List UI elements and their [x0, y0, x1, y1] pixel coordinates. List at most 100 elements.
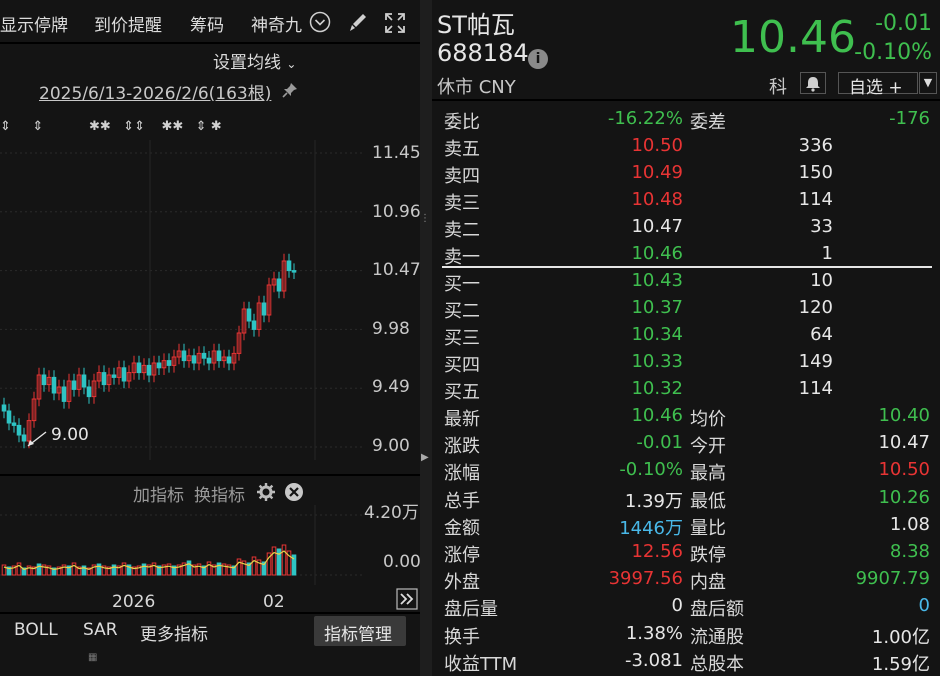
stat-value: -0.01: [636, 432, 683, 454]
candle-body[interactable]: [251, 320, 257, 330]
volume-bar: [236, 558, 242, 576]
candle-body[interactable]: [121, 367, 127, 382]
candle-body[interactable]: [206, 357, 212, 364]
switch-indicator-button[interactable]: 换指标: [194, 481, 245, 506]
volume-tick-max: 4.20万: [364, 503, 419, 523]
bell-icon: [806, 77, 820, 92]
event-markers-2[interactable]: ✱✱ ⇕⇕ ✱✱ ⇕ ✱: [89, 119, 222, 134]
orderbook-level-label: 买一: [444, 274, 480, 295]
weicha-label: 委差: [690, 112, 726, 133]
last-price: 10.46: [730, 12, 856, 63]
candle-body[interactable]: [276, 278, 282, 292]
orderbook-level-label: 卖二: [444, 220, 480, 241]
candle-body[interactable]: [1, 404, 7, 412]
stat-value: -0.10%: [619, 459, 683, 481]
gear-icon[interactable]: [256, 482, 276, 502]
candle-body[interactable]: [21, 434, 27, 442]
candle-body[interactable]: [86, 386, 92, 398]
stat-label: 最低: [690, 490, 726, 512]
watchlist-dropdown-icon[interactable]: ▼: [919, 72, 937, 94]
price-tick-label: 10.96: [372, 201, 421, 222]
orderbook-row[interactable]: 卖一 10.46 1: [432, 241, 940, 268]
orderbook-row[interactable]: 卖四 10.49 150: [432, 160, 940, 187]
candle-body[interactable]: [191, 355, 197, 364]
orderbook-row[interactable]: 卖三 10.48 114: [432, 187, 940, 214]
orderbook-row[interactable]: 卖二 10.47 33: [432, 214, 940, 241]
candle-body[interactable]: [101, 372, 107, 386]
candle-body[interactable]: [16, 424, 22, 436]
candle-body[interactable]: [291, 270, 297, 273]
candle-body[interactable]: [6, 410, 12, 424]
volume-bar: [271, 546, 277, 576]
stat-value: 1.00亿: [871, 626, 930, 648]
watchlist-button[interactable]: 自选 +: [838, 72, 918, 98]
toolbar-magic-nine[interactable]: 神奇九: [251, 11, 302, 36]
toolbar-show-suspended[interactable]: 显示停牌: [0, 11, 68, 36]
splitter-arrow-icon[interactable]: ▶: [421, 452, 429, 463]
chart-range-label[interactable]: 2025/6/13-2026/2/6(163根): [39, 79, 271, 104]
stats-row: 总手 1.39万 最低 10.26: [432, 485, 940, 512]
stat-value: 1.39万: [624, 490, 683, 512]
orderbook-row[interactable]: 买五 10.32 114: [432, 376, 940, 403]
volume-chart[interactable]: [0, 505, 420, 585]
event-markers[interactable]: ⇕ ⇕: [0, 119, 44, 134]
tab-boll[interactable]: BOLL: [14, 620, 58, 640]
watchlist-label: 自选 +: [849, 78, 903, 98]
stat-label: 收益TTM: [444, 653, 518, 675]
resize-handle[interactable]: ▦: [88, 652, 98, 663]
candle-body[interactable]: [61, 386, 67, 402]
expand-icon[interactable]: [383, 11, 407, 35]
brush-icon[interactable]: [346, 11, 368, 33]
tab-more-indicators[interactable]: 更多指标: [140, 620, 208, 645]
orderbook-row[interactable]: 买二 10.37 120: [432, 295, 940, 322]
orderbook-price: 10.34: [631, 324, 683, 345]
ma-setting-button[interactable]: 设置均线 ⌄: [213, 48, 296, 73]
candle-body[interactable]: [111, 374, 117, 378]
market-status: 休市 CNY: [437, 77, 516, 98]
candle-body[interactable]: [181, 350, 187, 362]
toolbar-chips[interactable]: 筹码: [190, 11, 224, 36]
candle-body[interactable]: [286, 260, 292, 272]
candle-body[interactable]: [51, 376, 57, 394]
orderbook-row[interactable]: 卖五 10.50 336: [432, 133, 940, 160]
stat-value: 0: [918, 595, 930, 617]
stats-row: 涨跌 -0.01 今开 10.47: [432, 430, 940, 457]
orderbook-price: 10.49: [631, 162, 683, 183]
info-icon[interactable]: i: [528, 49, 548, 69]
close-icon[interactable]: [284, 482, 304, 502]
orderbook-volume: 149: [798, 351, 833, 372]
candle-body[interactable]: [261, 302, 267, 316]
candle-body[interactable]: [146, 364, 152, 376]
indicator-manage-button[interactable]: 指标管理: [314, 616, 406, 646]
candle-body[interactable]: [156, 362, 162, 369]
candle-body[interactable]: [71, 380, 77, 390]
pin-icon[interactable]: [281, 81, 299, 99]
quote-panel: ST帕瓦 688184 i 休市 CNY 10.46 -0.01 -0.10% …: [432, 0, 940, 676]
orderbook-price: 10.43: [631, 270, 683, 291]
stat-value: 10.47: [878, 432, 930, 454]
toolbar-price-alert[interactable]: 到价提醒: [94, 11, 162, 36]
stat-value: -3.081: [624, 649, 683, 671]
panel-splitter[interactable]: [420, 0, 432, 676]
stat-label: 涨跌: [444, 436, 480, 458]
orderbook-volume: 64: [810, 324, 833, 345]
candle-body[interactable]: [81, 374, 87, 388]
candle-body[interactable]: [166, 360, 172, 366]
candle-body[interactable]: [226, 356, 232, 364]
candle-body[interactable]: [136, 362, 142, 374]
chevron-down-circle-icon[interactable]: [309, 11, 331, 33]
candle-body[interactable]: [216, 350, 222, 362]
candle-body[interactable]: [41, 374, 47, 386]
alert-bell-button[interactable]: [800, 72, 826, 94]
orderbook-level-label: 卖五: [444, 139, 480, 160]
orderbook-row[interactable]: 买三 10.34 64: [432, 322, 940, 349]
orderbook-price: 10.32: [631, 378, 683, 399]
tab-sar[interactable]: SAR: [83, 620, 118, 640]
orderbook-row[interactable]: 买一 10.43 10: [432, 268, 940, 295]
candle-body[interactable]: [201, 352, 207, 359]
double-chevron-right-icon[interactable]: [396, 588, 418, 610]
candle-body[interactable]: [11, 422, 17, 426]
orderbook-row[interactable]: 买四 10.33 149: [432, 349, 940, 376]
add-indicator-button[interactable]: 加指标: [133, 481, 184, 506]
candle-body[interactable]: [246, 308, 252, 322]
